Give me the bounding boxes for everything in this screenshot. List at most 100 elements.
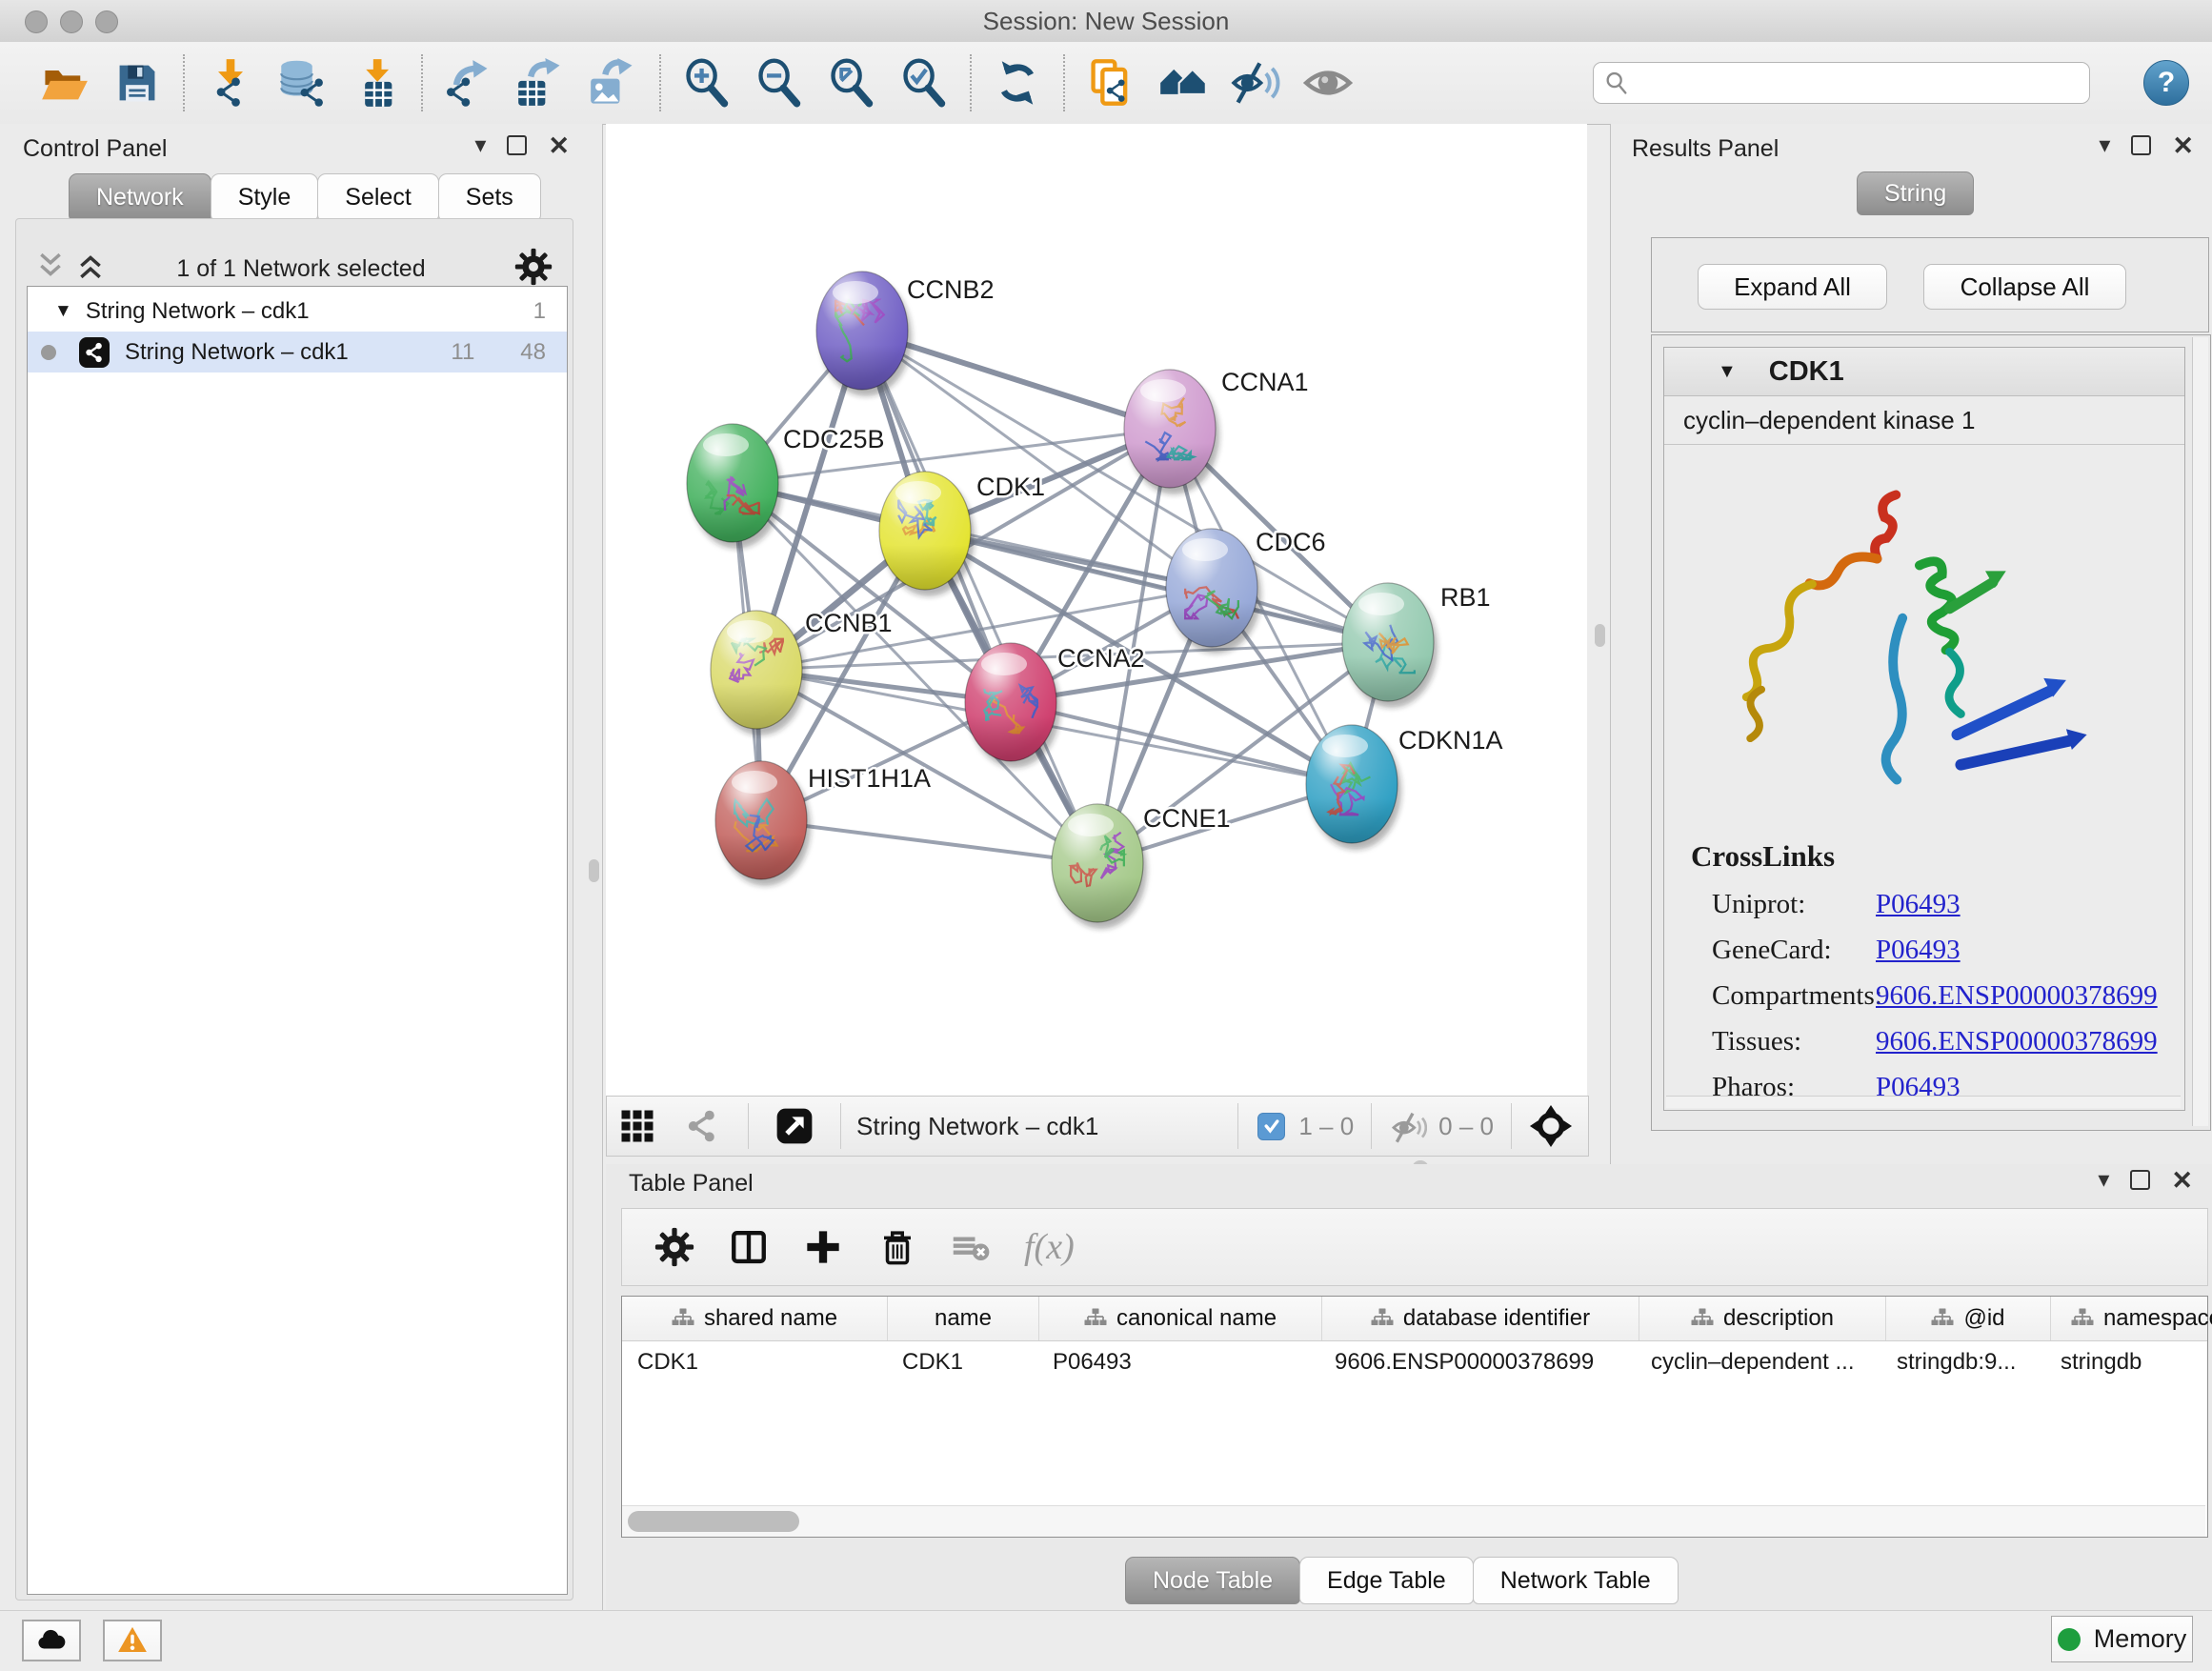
network-collection-row[interactable]: ▼ String Network – cdk1 1 [28, 287, 567, 332]
tab-network-table[interactable]: Network Table [1473, 1557, 1679, 1604]
control-panel-float-icon[interactable] [507, 135, 527, 155]
table-cell[interactable]: CDK1 [887, 1341, 1037, 1383]
tab-string[interactable]: String [1857, 171, 1974, 215]
network-node[interactable] [965, 643, 1060, 768]
minimize-window-icon[interactable] [60, 10, 83, 33]
table-row[interactable]: CDK1CDK1P064939606.ENSP00000378699cyclin… [622, 1341, 2207, 1383]
homes-button[interactable] [1153, 52, 1214, 113]
zoom-fit-button[interactable] [821, 52, 882, 113]
network-node[interactable] [1166, 529, 1261, 654]
network-node[interactable] [715, 761, 811, 886]
fit-crosshair-icon[interactable] [1529, 1104, 1573, 1148]
import-network-button[interactable] [200, 52, 261, 113]
zoom-window-icon[interactable] [95, 10, 118, 33]
hide-panel-button[interactable] [1225, 52, 1286, 113]
results-panel-menu-icon[interactable]: ▾ [2099, 136, 2110, 155]
import-database-button[interactable] [272, 52, 333, 113]
zoom-in-button[interactable] [676, 52, 737, 113]
right-splitter-handle[interactable] [1595, 624, 1605, 647]
network-node[interactable] [1342, 583, 1438, 708]
search-icon [1603, 70, 1630, 96]
column-header--id[interactable]: @id [1886, 1297, 2051, 1340]
zoom-out-button[interactable] [749, 52, 810, 113]
crosslink-value-link[interactable]: P06493 [1876, 935, 1961, 966]
crosslink-label: GeneCard: [1712, 935, 1876, 966]
network-node[interactable] [1124, 370, 1219, 494]
collection-expand-icon[interactable]: ▼ [54, 301, 72, 322]
table-cell[interactable]: 9606.ENSP00000378699 [1319, 1341, 1636, 1383]
column-header-shared-name[interactable]: shared name [622, 1297, 888, 1340]
network-edge-count: 48 [520, 339, 546, 366]
control-panel-menu-icon[interactable]: ▾ [474, 136, 486, 155]
show-panel-button[interactable] [1297, 52, 1358, 113]
show-column-button[interactable] [719, 1218, 778, 1277]
share-view-button[interactable] [677, 1101, 727, 1151]
column-header-database-identifier[interactable]: database identifier [1322, 1297, 1639, 1340]
network-node[interactable] [1052, 804, 1147, 929]
network-canvas[interactable]: CCNB2CCNA1CDC25BCDK1CDC6RB1CCNB1CCNA2CDK… [606, 124, 1587, 1096]
tab-select[interactable]: Select [317, 173, 438, 221]
cdk1-collapse-icon[interactable]: ▼ [1718, 361, 1737, 383]
memory-button[interactable]: Memory [2051, 1616, 2193, 1662]
network-node[interactable] [879, 472, 975, 596]
import-table-button[interactable] [345, 52, 406, 113]
save-session-button[interactable] [107, 52, 168, 113]
table-cell[interactable]: CDK1 [622, 1341, 887, 1383]
expand-all-button[interactable]: Expand All [1698, 264, 1887, 310]
export-network-button[interactable] [438, 52, 499, 113]
network-row[interactable]: String Network – cdk1 11 48 [28, 332, 567, 372]
results-vscrollbar[interactable] [2192, 337, 2208, 1126]
network-node[interactable] [816, 272, 912, 396]
left-splitter-handle[interactable] [589, 859, 599, 882]
control-panel-close-icon[interactable]: ✕ [548, 136, 570, 155]
birds-eye-view-button[interactable] [770, 1101, 819, 1151]
results-panel-close-icon[interactable]: ✕ [2172, 136, 2194, 155]
duplicate-network-button[interactable] [1080, 52, 1141, 113]
cdk1-card-hscroll[interactable] [1666, 1096, 2181, 1108]
crosslink-value-link[interactable]: 9606.ENSP00000378699 [1876, 980, 2158, 1012]
cdk1-card-header[interactable]: ▼ CDK1 [1664, 348, 2184, 396]
gear-icon [654, 1227, 694, 1267]
close-window-icon[interactable] [25, 10, 48, 33]
column-header-name[interactable]: name [888, 1297, 1039, 1340]
delete-column-button[interactable] [868, 1218, 927, 1277]
column-header-canonical-name[interactable]: canonical name [1039, 1297, 1322, 1340]
network-node[interactable] [711, 611, 806, 735]
export-table-button[interactable] [511, 52, 572, 113]
cloud-status-button[interactable] [22, 1620, 81, 1661]
grid-view-button[interactable] [613, 1101, 662, 1151]
collapse-all-button[interactable]: Collapse All [1923, 264, 2126, 310]
selected-checkbox[interactable] [1257, 1113, 1285, 1140]
search-input[interactable] [1630, 69, 2053, 97]
table-cell[interactable]: cyclin–dependent ... [1636, 1341, 1881, 1383]
open-folder-button[interactable] [34, 52, 95, 113]
results-panel-float-icon[interactable] [2131, 135, 2151, 155]
create-column-button[interactable] [794, 1218, 853, 1277]
network-node[interactable] [1306, 725, 1401, 850]
tab-sets[interactable]: Sets [438, 173, 541, 221]
zoom-selected-button[interactable] [894, 52, 955, 113]
table-cell[interactable]: P06493 [1037, 1341, 1319, 1383]
column-header-description[interactable]: description [1639, 1297, 1886, 1340]
table-settings-button[interactable] [645, 1218, 704, 1277]
function-builder-button: f(x) [1024, 1226, 1075, 1268]
table-cell[interactable]: stringdb:9... [1881, 1341, 2045, 1383]
export-image-button[interactable] [583, 52, 644, 113]
network-options-gear-icon[interactable] [514, 248, 553, 286]
column-header-namespace[interactable]: namespace [2051, 1297, 2212, 1340]
table-panel-float-icon[interactable] [2130, 1170, 2150, 1190]
tab-style[interactable]: Style [211, 173, 319, 221]
table-cell[interactable]: stringdb [2045, 1341, 2212, 1383]
crosslink-value-link[interactable]: 9606.ENSP00000378699 [1876, 1026, 2158, 1057]
tab-node-table[interactable]: Node Table [1125, 1557, 1300, 1604]
warnings-button[interactable] [103, 1620, 162, 1661]
table-panel-close-icon[interactable]: ✕ [2171, 1171, 2193, 1190]
tab-edge-table[interactable]: Edge Table [1299, 1557, 1474, 1604]
table-hscrollbar[interactable] [622, 1505, 2205, 1537]
table-hscroll-thumb[interactable] [628, 1511, 799, 1532]
crosslink-value-link[interactable]: P06493 [1876, 889, 1961, 920]
refresh-button[interactable] [987, 52, 1048, 113]
help-button[interactable]: ? [2143, 60, 2189, 106]
table-panel-menu-icon[interactable]: ▾ [2098, 1171, 2109, 1190]
tab-network[interactable]: Network [69, 173, 211, 221]
